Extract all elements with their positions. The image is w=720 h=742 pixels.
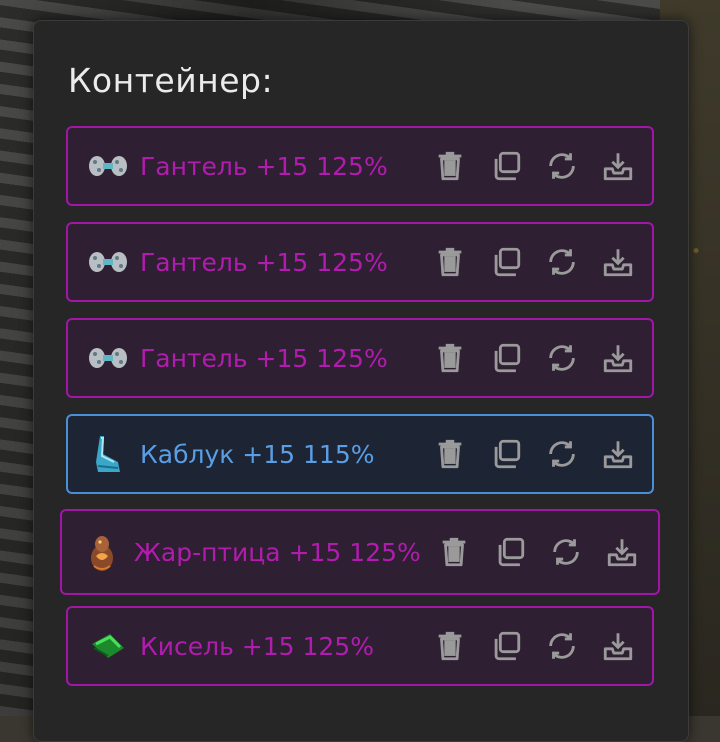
refresh-icon[interactable] (548, 534, 584, 570)
trash-icon[interactable] (432, 148, 468, 184)
container-item-dumbbell-3[interactable]: Гантель +15 125% (66, 318, 654, 398)
refresh-icon[interactable] (544, 436, 580, 472)
item-label: Каблук +15 115% (140, 439, 375, 469)
refresh-icon[interactable] (544, 244, 580, 280)
dumbbell-icon (86, 144, 130, 188)
item-label: Жар-птица +15 125% (134, 537, 421, 567)
container-panel: Контейнер: Гантель +15 125% Гантель +15 … (33, 20, 689, 742)
trash-icon[interactable] (432, 244, 468, 280)
item-label: Кисель +15 125% (140, 631, 374, 661)
container-title: Контейнер: (68, 61, 274, 100)
trash-icon[interactable] (436, 534, 472, 570)
copy-icon[interactable] (488, 436, 524, 472)
heel-icon (86, 432, 130, 476)
download-icon[interactable] (600, 244, 636, 280)
container-item-jelly[interactable]: Кисель +15 125% (66, 606, 654, 686)
copy-icon[interactable] (492, 534, 528, 570)
container-item-heel[interactable]: Каблук +15 115% (66, 414, 654, 494)
download-icon[interactable] (604, 534, 640, 570)
trash-icon[interactable] (432, 436, 468, 472)
refresh-icon[interactable] (544, 148, 580, 184)
jelly-icon (86, 624, 130, 668)
copy-icon[interactable] (488, 340, 524, 376)
download-icon[interactable] (600, 148, 636, 184)
refresh-icon[interactable] (544, 340, 580, 376)
item-label: Гантель +15 125% (140, 343, 388, 373)
trash-icon[interactable] (432, 628, 468, 664)
dumbbell-icon (86, 336, 130, 380)
copy-icon[interactable] (488, 148, 524, 184)
container-item-dumbbell-1[interactable]: Гантель +15 125% (66, 126, 654, 206)
copy-icon[interactable] (488, 244, 524, 280)
item-label: Гантель +15 125% (140, 151, 388, 181)
download-icon[interactable] (600, 340, 636, 376)
dumbbell-icon (86, 240, 130, 284)
container-item-firebird[interactable]: Жар-птица +15 125% (60, 509, 660, 595)
firebird-icon (80, 530, 124, 574)
trash-icon[interactable] (432, 340, 468, 376)
download-icon[interactable] (600, 628, 636, 664)
container-item-dumbbell-2[interactable]: Гантель +15 125% (66, 222, 654, 302)
download-icon[interactable] (600, 436, 636, 472)
item-label: Гантель +15 125% (140, 247, 388, 277)
copy-icon[interactable] (488, 628, 524, 664)
refresh-icon[interactable] (544, 628, 580, 664)
